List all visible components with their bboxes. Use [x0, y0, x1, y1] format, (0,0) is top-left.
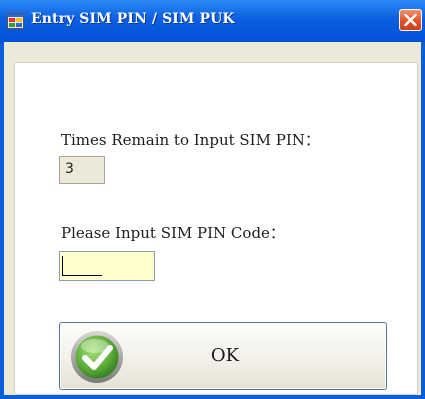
- title-bar[interactable]: Entry SIM PIN / SIM PUK: [0, 0, 425, 42]
- form-panel: Times Remain to Input SIM PIN： 3 Please …: [14, 62, 418, 395]
- pin-label: Please Input SIM PIN Code：: [61, 224, 285, 242]
- ok-button-label: OK: [210, 345, 240, 366]
- sim-pin-input[interactable]: [59, 251, 155, 281]
- close-icon: [404, 14, 417, 26]
- ok-button[interactable]: OK: [59, 322, 387, 390]
- app-window-icon: [7, 13, 24, 29]
- text-caret: [62, 256, 63, 276]
- remain-count-field: 3: [59, 156, 105, 184]
- remain-label: Times Remain to Input SIM PIN：: [61, 131, 320, 149]
- close-button[interactable]: [399, 9, 422, 31]
- input-underline: [63, 275, 102, 276]
- dialog-window: Entry SIM PIN / SIM PUK Times Remain to …: [0, 0, 425, 399]
- dialog-body: Times Remain to Input SIM PIN： 3 Please …: [4, 42, 421, 395]
- window-title: Entry SIM PIN / SIM PUK: [31, 11, 235, 27]
